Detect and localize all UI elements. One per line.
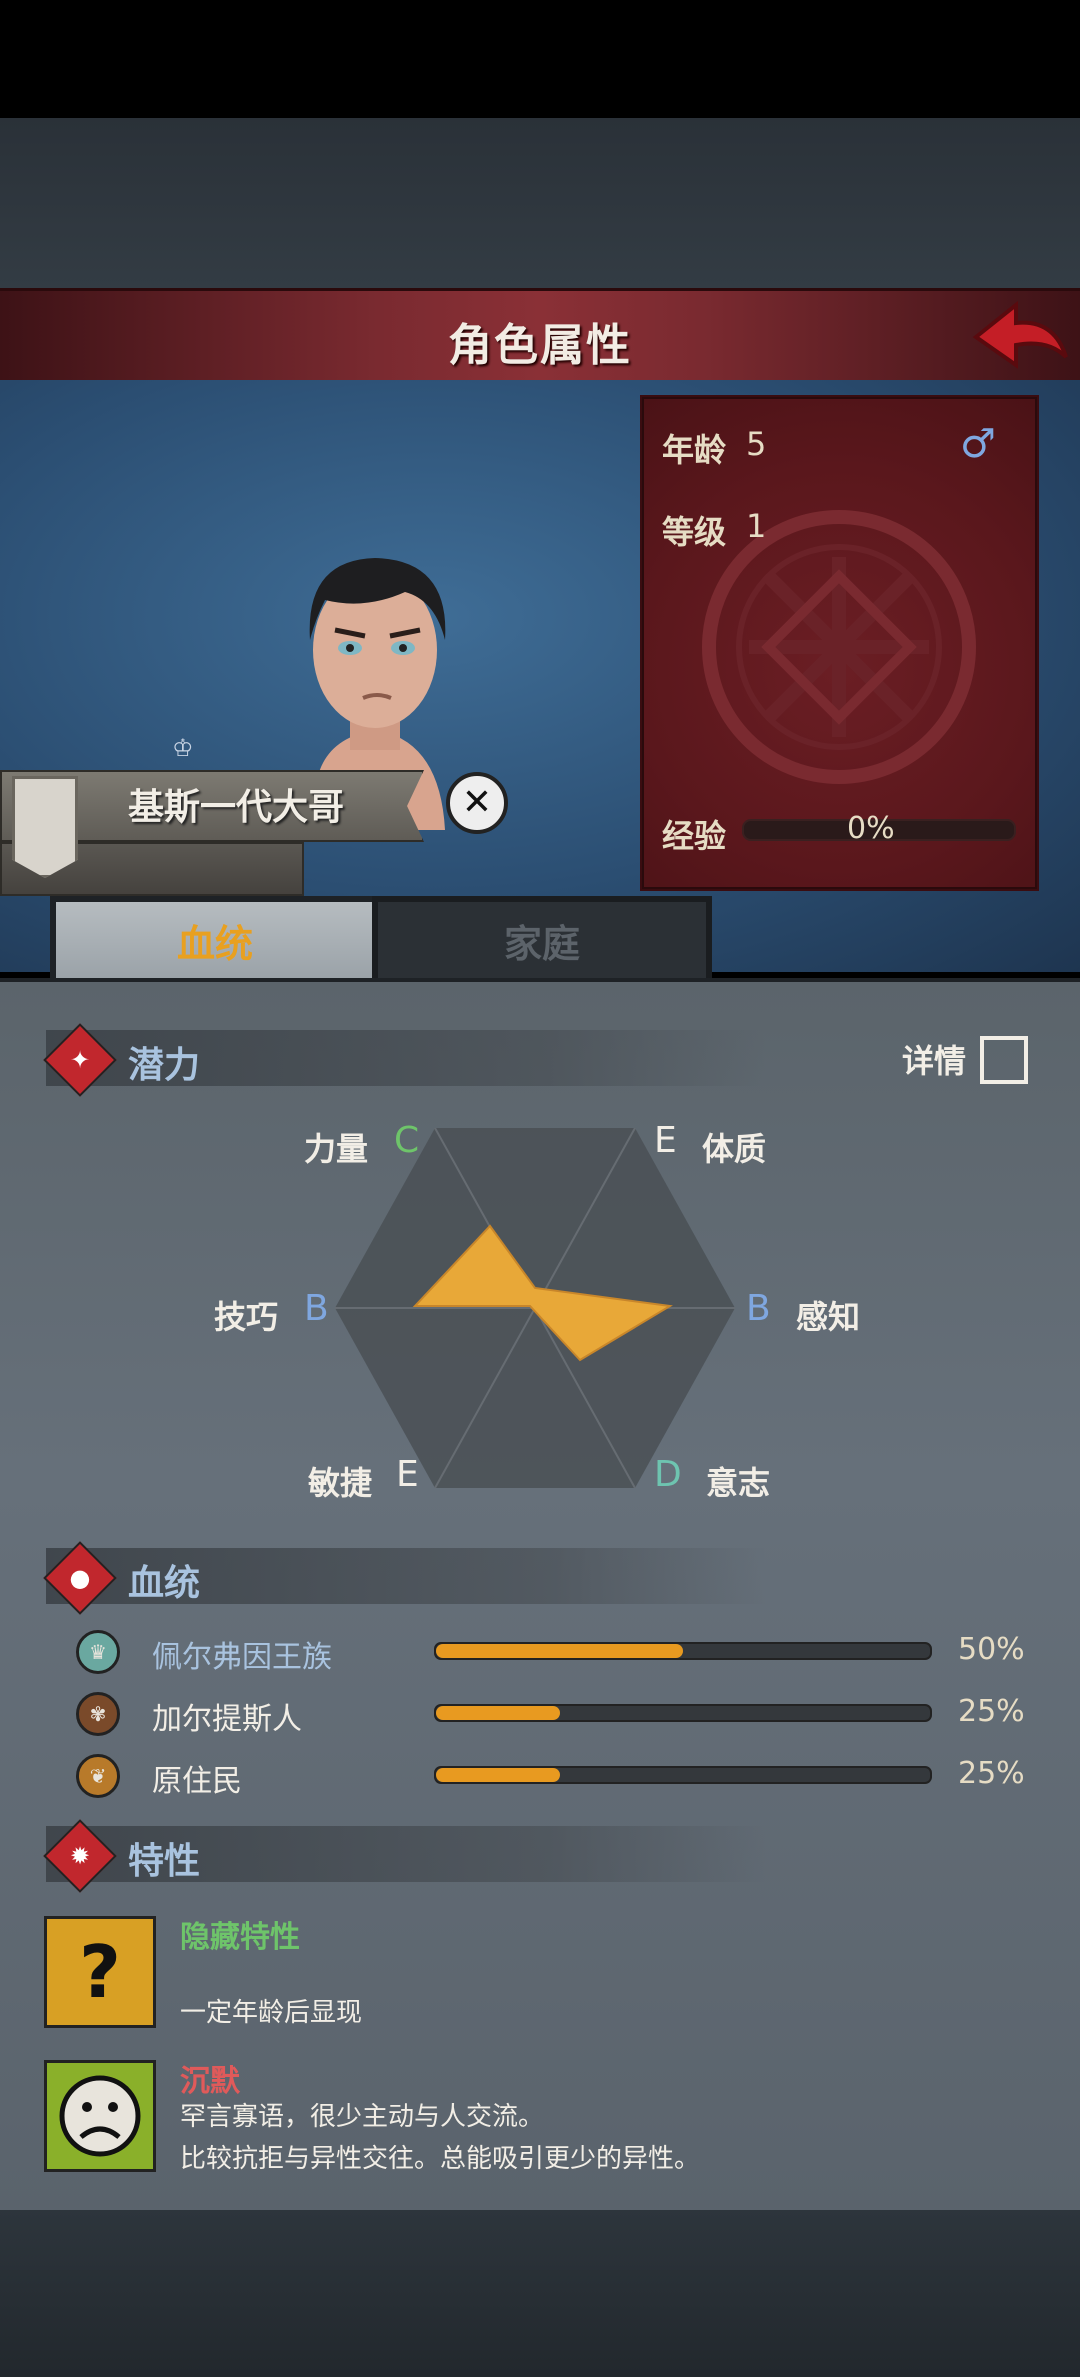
level-value: 1 (746, 507, 767, 545)
status-bar-area (0, 0, 1080, 118)
potential-title: 潜力 (128, 1045, 201, 1086)
stat-panel: 年龄 5 ♂ 等级 1 经验 0% (640, 395, 1039, 891)
exp-label: 经验 (662, 817, 727, 855)
question-mark-icon[interactable]: ? (44, 1916, 156, 2028)
lineage-fill (436, 1644, 683, 1658)
grade-will: D (654, 1454, 682, 1495)
lineage-title: 血统 (128, 1563, 201, 1604)
bottom-background (0, 2210, 1080, 2377)
leaf-crest-icon: ❦ (76, 1754, 120, 1798)
potential-icon: ✦ (43, 1023, 117, 1097)
potential-section-header: ✦ 潜力 (43, 1023, 766, 1097)
lineage-percent: 25% (958, 1694, 1025, 1729)
beast-crest-icon: ✾ (76, 1692, 120, 1736)
sad-face-icon[interactable] (44, 2060, 156, 2172)
lineage-row: ❦ 原住民 25% (70, 1752, 1030, 1800)
blood-drop-icon: ● (43, 1541, 117, 1615)
lineage-row: ♛ 佩尔弗因王族 50% (70, 1628, 1030, 1676)
attr-will: 意志 (706, 1464, 771, 1502)
traits-section-header: ✹ 特性 (43, 1819, 766, 1893)
traits-title: 特性 (128, 1841, 201, 1882)
exp-value: 0% (847, 811, 895, 846)
trait-description: 一定年龄后显现 (180, 1998, 363, 2028)
close-button[interactable]: ✕ (446, 772, 508, 834)
grade-perception: B (746, 1288, 771, 1329)
celtic-knot-emblem (702, 510, 976, 784)
attr-constitution: 体质 (702, 1130, 767, 1168)
lineage-section-header: ● 血统 (43, 1541, 766, 1615)
lineage-fill (436, 1768, 560, 1782)
close-icon: ✕ (461, 782, 493, 823)
lineage-row: ✾ 加尔提斯人 25% (70, 1690, 1030, 1738)
lineage-percent: 25% (958, 1756, 1025, 1791)
top-background (0, 118, 1080, 290)
royal-crest-icon: ♛ (76, 1630, 120, 1674)
lineage-fill (436, 1706, 560, 1720)
lineage-bar (434, 1642, 932, 1660)
lineage-bar (434, 1766, 932, 1784)
trait-description: 罕言寡语，很少主动与人交流。 (180, 2102, 545, 2132)
grade-agility: E (396, 1454, 419, 1495)
detail-checkbox[interactable] (980, 1036, 1028, 1084)
svg-text:?: ? (79, 1930, 121, 2014)
back-button[interactable] (970, 299, 1070, 375)
attr-perception: 感知 (796, 1298, 861, 1336)
lineage-percent: 50% (958, 1632, 1025, 1667)
detail-label: 详情 (902, 1042, 967, 1080)
page-title: 角色属性 (448, 320, 632, 371)
age-value: 5 (746, 425, 767, 463)
lineage-name: 加尔提斯人 (152, 1702, 302, 1737)
tab-lineage[interactable]: 血统 (50, 896, 380, 986)
age-label: 年龄 (662, 431, 727, 469)
trait-name: 隐藏特性 (180, 1920, 300, 1955)
level-label: 等级 (662, 513, 727, 551)
grade-strength: C (394, 1120, 420, 1161)
back-arrow-icon (972, 300, 1068, 369)
potential-radar-chart (335, 1128, 735, 1488)
attr-skill: 技巧 (214, 1298, 279, 1336)
attr-agility: 敏捷 (308, 1464, 373, 1502)
attr-strength: 力量 (304, 1130, 369, 1168)
shield-icon (12, 776, 78, 878)
trait-name: 沉默 (180, 2064, 240, 2099)
character-name[interactable]: 基斯一代大哥 (128, 778, 344, 830)
lineage-name: 原住民 (152, 1764, 242, 1799)
lineage-name: 佩尔弗因王族 (152, 1640, 332, 1675)
crown-icon: ♔ (172, 734, 194, 762)
lineage-bar (434, 1704, 932, 1722)
trait-description: 比较抗拒与异性交往。总能吸引更少的异性。 (180, 2144, 701, 2174)
header-banner: 角色属性 (0, 288, 1080, 387)
grade-skill: B (304, 1288, 329, 1329)
fire-icon: ✹ (43, 1819, 117, 1893)
male-icon: ♂ (960, 421, 996, 467)
grade-constitution: E (654, 1120, 677, 1161)
